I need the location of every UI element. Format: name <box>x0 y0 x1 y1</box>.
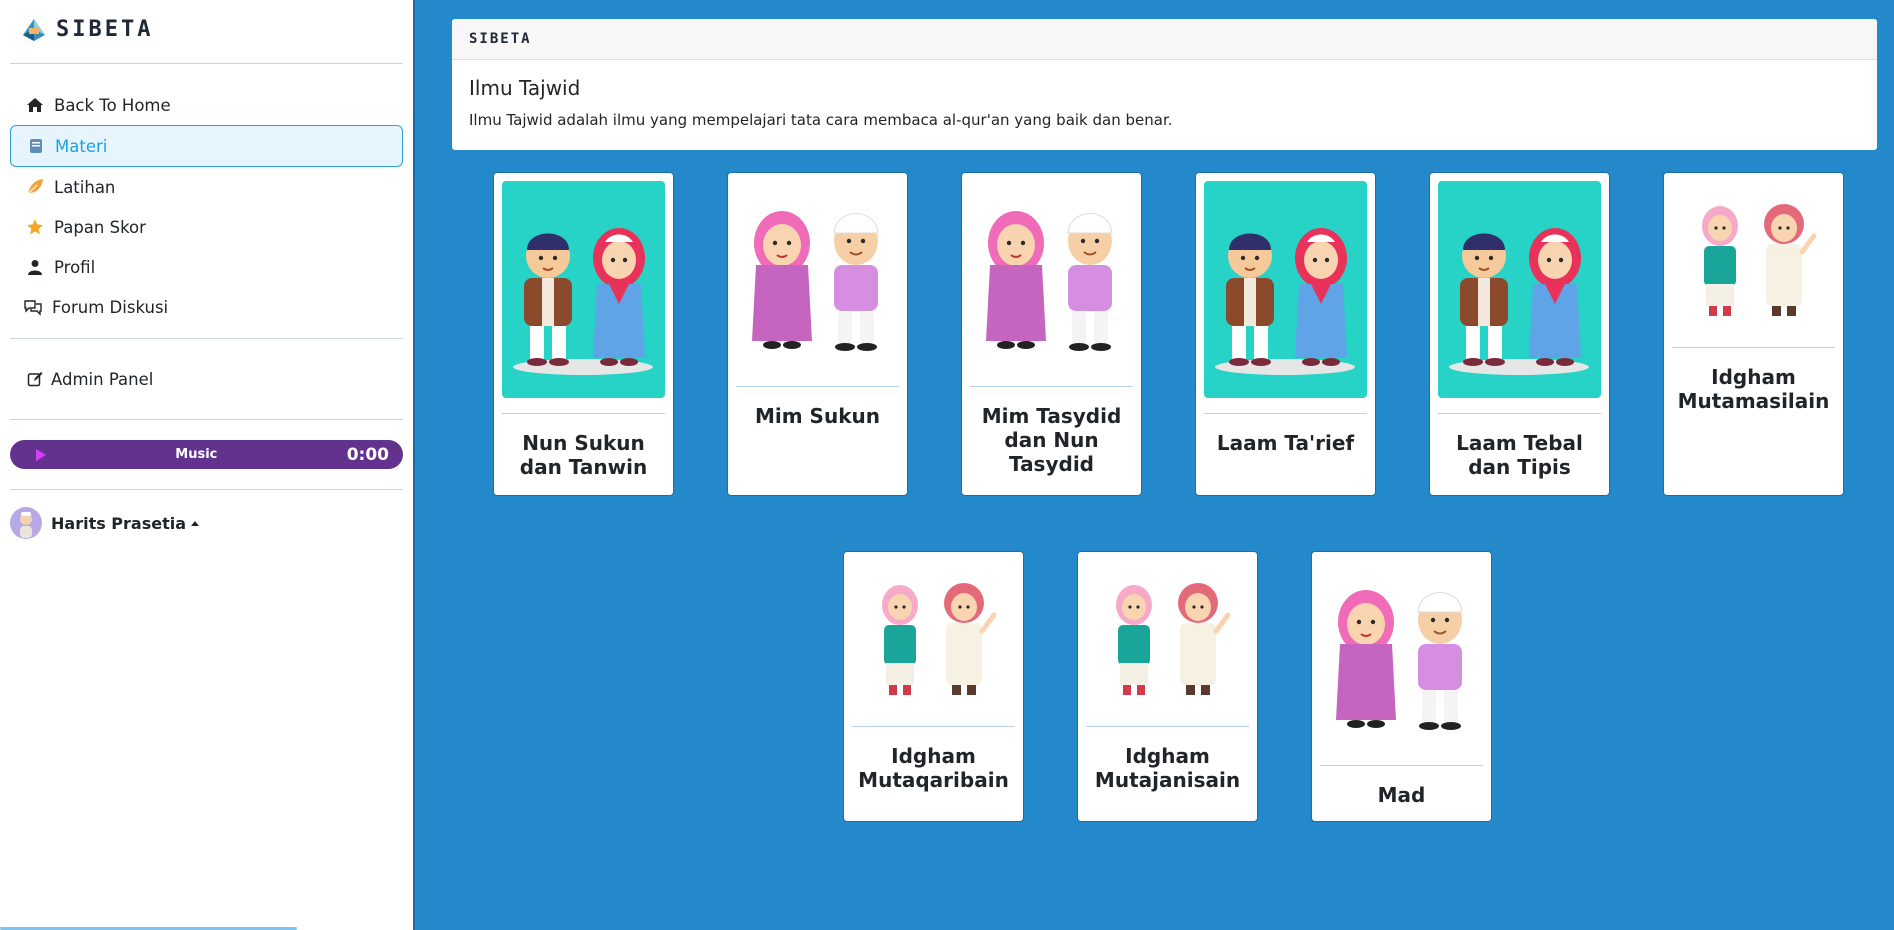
sidebar-item-label: Forum Diskusi <box>52 297 169 317</box>
sidebar-item-label: Back To Home <box>54 95 171 115</box>
materi-card-nun-sukun-dan-tanwin[interactable]: Nun Sukun dan Tanwin <box>493 172 674 496</box>
pink-kids-image <box>1320 560 1483 750</box>
waving-kids-image <box>852 560 1015 715</box>
sidebar-item-materi[interactable]: Materi <box>10 125 403 167</box>
card-separator <box>970 386 1133 387</box>
sidebar-item-profil[interactable]: Profil <box>10 247 403 287</box>
brand-logo-icon <box>23 19 45 41</box>
music-player-wrap: Music 0:00 <box>0 425 413 484</box>
card-separator <box>502 413 665 414</box>
caret-up-icon <box>191 520 200 526</box>
brand[interactable]: SIBETA <box>0 0 413 58</box>
card-separator <box>1086 726 1249 727</box>
card-title: Mim Tasydid dan Nun Tasydid <box>981 404 1122 476</box>
card-separator <box>852 726 1015 727</box>
person-icon <box>25 257 45 277</box>
sidebar-item-back-to-home[interactable]: Back To Home <box>10 85 403 125</box>
sidebar-item-forum-diskusi[interactable]: Forum Diskusi <box>10 287 403 327</box>
divider <box>10 63 403 64</box>
divider <box>10 419 403 420</box>
card-separator <box>1438 413 1601 414</box>
music-label: Music <box>175 447 218 462</box>
sidebar-item-label: Latihan <box>54 177 116 197</box>
waving-kids-image <box>1672 181 1835 336</box>
materi-card-idgham-mutamasilain[interactable]: Idgham Mutamasilain <box>1663 172 1844 496</box>
card-separator <box>1672 347 1835 348</box>
card-title: Nun Sukun dan Tanwin <box>519 431 648 479</box>
book-icon <box>26 136 46 156</box>
edit-icon <box>25 369 45 389</box>
card-title: Idgham Mutajanisain <box>1094 744 1241 792</box>
chat-icon <box>23 297 43 317</box>
page-description: Ilmu Tajwid adalah ilmu yang mempelajari… <box>469 111 1173 129</box>
sidebar-nav: Back To Home Materi Latihan Papan Skor P… <box>0 69 413 333</box>
card-title: Idgham Mutamasilain <box>1677 365 1830 413</box>
sidebar-item-label: Profil <box>54 257 96 277</box>
avatar <box>10 507 42 539</box>
materi-card-mim-tasydid-dan-nun-tasydid[interactable]: Mim Tasydid dan Nun Tasydid <box>961 172 1142 496</box>
music-time: 0:00 <box>346 444 389 465</box>
leaf-icon <box>25 177 45 197</box>
divider <box>10 338 403 339</box>
card-title: Mim Sukun <box>755 404 880 428</box>
materi-card-idgham-mutaqaribain[interactable]: Idgham Mutaqaribain <box>843 551 1024 822</box>
card-title: Mad <box>1377 783 1426 807</box>
home-icon <box>25 95 45 115</box>
sidebar-item-papan-skor[interactable]: Papan Skor <box>10 207 403 247</box>
star-icon <box>25 217 45 237</box>
card-title: Idgham Mutaqaribain <box>858 744 1009 792</box>
sidebar: SIBETA Back To Home Materi Latihan Papan… <box>0 0 415 930</box>
praying-kids-image <box>502 181 665 398</box>
sidebar-item-label: Materi <box>55 136 108 156</box>
sidebar-item-label: Admin Panel <box>51 369 154 389</box>
divider <box>10 489 403 490</box>
brand-name: SIBETA <box>56 16 154 42</box>
card-separator <box>1204 413 1367 414</box>
sidebar-item-admin-panel[interactable]: Admin Panel <box>10 359 403 399</box>
materi-card-laam-tebal-dan-tipis[interactable]: Laam Tebal dan Tipis <box>1429 172 1610 496</box>
user-name: Harits Prasetia <box>51 513 187 533</box>
praying-kids-image <box>1204 181 1367 398</box>
praying-kids-image <box>1438 181 1601 398</box>
materi-card-laam-tarief[interactable]: Laam Ta'rief <box>1195 172 1376 496</box>
card-title: Laam Tebal dan Tipis <box>1456 431 1583 479</box>
waving-kids-image <box>1086 560 1249 715</box>
card-separator <box>1320 765 1483 766</box>
admin-section: Admin Panel <box>0 344 413 414</box>
card-header: SIBETA <box>452 19 1877 60</box>
sidebar-item-label: Papan Skor <box>54 217 146 237</box>
card-separator <box>736 386 899 387</box>
page-title: Ilmu Tajwid <box>469 76 581 100</box>
user-menu[interactable]: Harits Prasetia <box>0 495 413 551</box>
materi-card-mim-sukun[interactable]: Mim Sukun <box>727 172 908 496</box>
card-title: Laam Ta'rief <box>1216 431 1355 455</box>
pink-kids-image <box>970 181 1133 371</box>
intro-card: SIBETA Ilmu Tajwid Ilmu Tajwid adalah il… <box>452 19 1877 150</box>
play-icon[interactable] <box>36 448 46 461</box>
pink-kids-image <box>736 181 899 371</box>
sidebar-item-latihan[interactable]: Latihan <box>10 167 403 207</box>
materi-card-idgham-mutajanisain[interactable]: Idgham Mutajanisain <box>1077 551 1258 822</box>
materi-card-mad[interactable]: Mad <box>1311 551 1492 822</box>
music-player[interactable]: Music 0:00 <box>10 440 403 469</box>
